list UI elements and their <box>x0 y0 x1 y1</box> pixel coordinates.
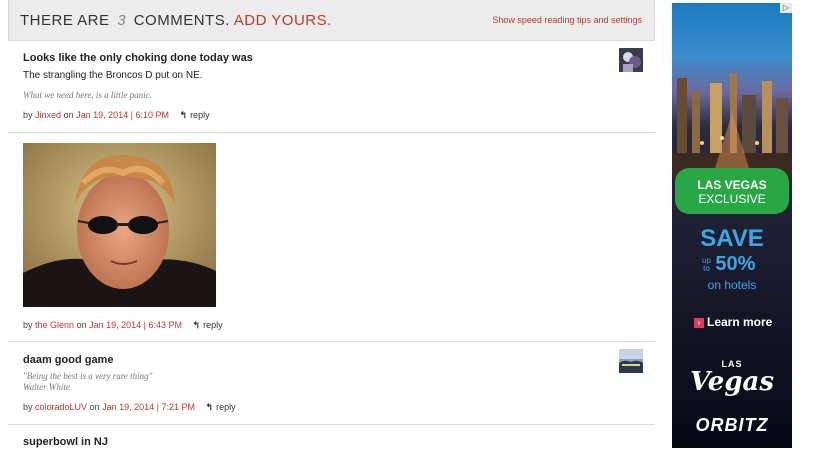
comment: by the Glenn on Jan 19, 2014 | 6:43 PM ↰… <box>8 133 655 342</box>
ad-discount: up to 50% <box>702 253 755 276</box>
comment-title: daam good game <box>23 354 114 366</box>
comment: Looks like the only choking done today w… <box>8 40 655 133</box>
reply-icon: ↰ <box>192 320 201 330</box>
ad-badge-line2: EXCLUSIVE <box>698 192 766 206</box>
comment-signature-author: Walter White <box>23 382 70 392</box>
ad-upto: up to <box>702 256 711 273</box>
reply-label: reply <box>203 320 223 330</box>
comment: daam good game "Being the best is a very… <box>8 342 655 425</box>
ad-choices-icon[interactable]: ▷ <box>780 3 792 13</box>
reply-icon: ↰ <box>205 402 214 412</box>
orbitz-advertisement[interactable]: ▷ LAS VEGAS EXCLUSIVE SAVE up to 50% on … <box>672 3 792 448</box>
reply-label: reply <box>216 402 236 412</box>
by-label: by <box>23 320 33 330</box>
on-label: on <box>63 110 74 120</box>
comment-signature: "Being the best is a very rare thing" <box>23 371 153 381</box>
author-link[interactable]: coloradoLUV <box>35 402 87 412</box>
comment-image <box>23 143 216 307</box>
ad-save: SAVE <box>700 225 764 252</box>
ad-arrow-icon: › <box>694 317 704 328</box>
ad-badge-line1: LAS VEGAS <box>697 178 767 192</box>
date-link[interactable]: Jan 19, 2014 | 6:43 PM <box>89 320 182 330</box>
comment-title: superbowl in NJ <box>23 436 108 448</box>
ad-percent: 50% <box>715 253 756 275</box>
avatar-image <box>619 349 643 373</box>
author-link[interactable]: Jinxed <box>35 110 61 120</box>
comment-meta: by coloradoLUV on Jan 19, 2014 | 7:21 PM… <box>23 402 236 413</box>
comment-meta: by the Glenn on Jan 19, 2014 | 6:43 PM ↰… <box>23 320 223 331</box>
reply-button[interactable]: ↰ reply <box>206 402 236 412</box>
speed-reading-link[interactable]: Show speed reading tips and settings <box>492 15 642 25</box>
reply-label: reply <box>190 110 210 120</box>
comment-meta: by Jinxed on Jan 19, 2014 | 6:10 PM ↰ rep… <box>23 110 210 121</box>
comment-title: Looks like the only choking done today w… <box>23 52 253 64</box>
ad-on-hotels: on hotels <box>707 278 757 292</box>
comments-section: THERE ARE 3 COMMENTS. ADD YOURS. Show sp… <box>8 0 655 461</box>
by-label: by <box>23 110 33 120</box>
ad-vegas-logo: LAS Vegas <box>672 359 792 395</box>
heading-prefix: THERE ARE <box>20 12 110 29</box>
on-label: on <box>76 320 87 330</box>
author-link[interactable]: the Glenn <box>35 320 74 330</box>
photo-sunglasses-man <box>23 143 216 307</box>
on-label: on <box>89 402 100 412</box>
by-label: by <box>23 402 33 412</box>
ad-badge: LAS VEGAS EXCLUSIVE <box>675 178 789 206</box>
reply-icon: ↰ <box>179 110 188 120</box>
comments-header: THERE ARE 3 COMMENTS. ADD YOURS. Show sp… <box>8 0 655 41</box>
heading-suffix: COMMENTS. <box>133 12 230 29</box>
add-comment-link[interactable]: ADD YOURS. <box>234 12 332 29</box>
ad-logo-script: Vegas <box>690 367 774 397</box>
avatar-image <box>619 48 643 72</box>
comment-count: 3 <box>117 12 127 29</box>
ad-learn-more-label: Learn more <box>707 315 773 329</box>
reply-button[interactable]: ↰ reply <box>193 320 223 330</box>
date-link[interactable]: Jan 19, 2014 | 6:10 PM <box>76 110 169 120</box>
comments-heading: THERE ARE 3 COMMENTS. ADD YOURS. <box>20 12 332 29</box>
avatar[interactable] <box>619 349 643 373</box>
comment-signature: What we need here, is a little panic. <box>23 90 152 100</box>
avatar[interactable] <box>619 48 643 72</box>
comment-body: The strangling the Broncos D put on NE. <box>23 70 203 81</box>
ad-learn-more-button[interactable]: › Learn more <box>694 315 772 329</box>
ad-orbitz-logo: ORBITZ <box>695 415 769 435</box>
reply-button[interactable]: ↰ reply <box>180 110 210 120</box>
ad-upto-2: to <box>703 263 710 273</box>
comment: superbowl in NJ <box>8 425 655 465</box>
date-link[interactable]: Jan 19, 2014 | 7:21 PM <box>102 402 195 412</box>
